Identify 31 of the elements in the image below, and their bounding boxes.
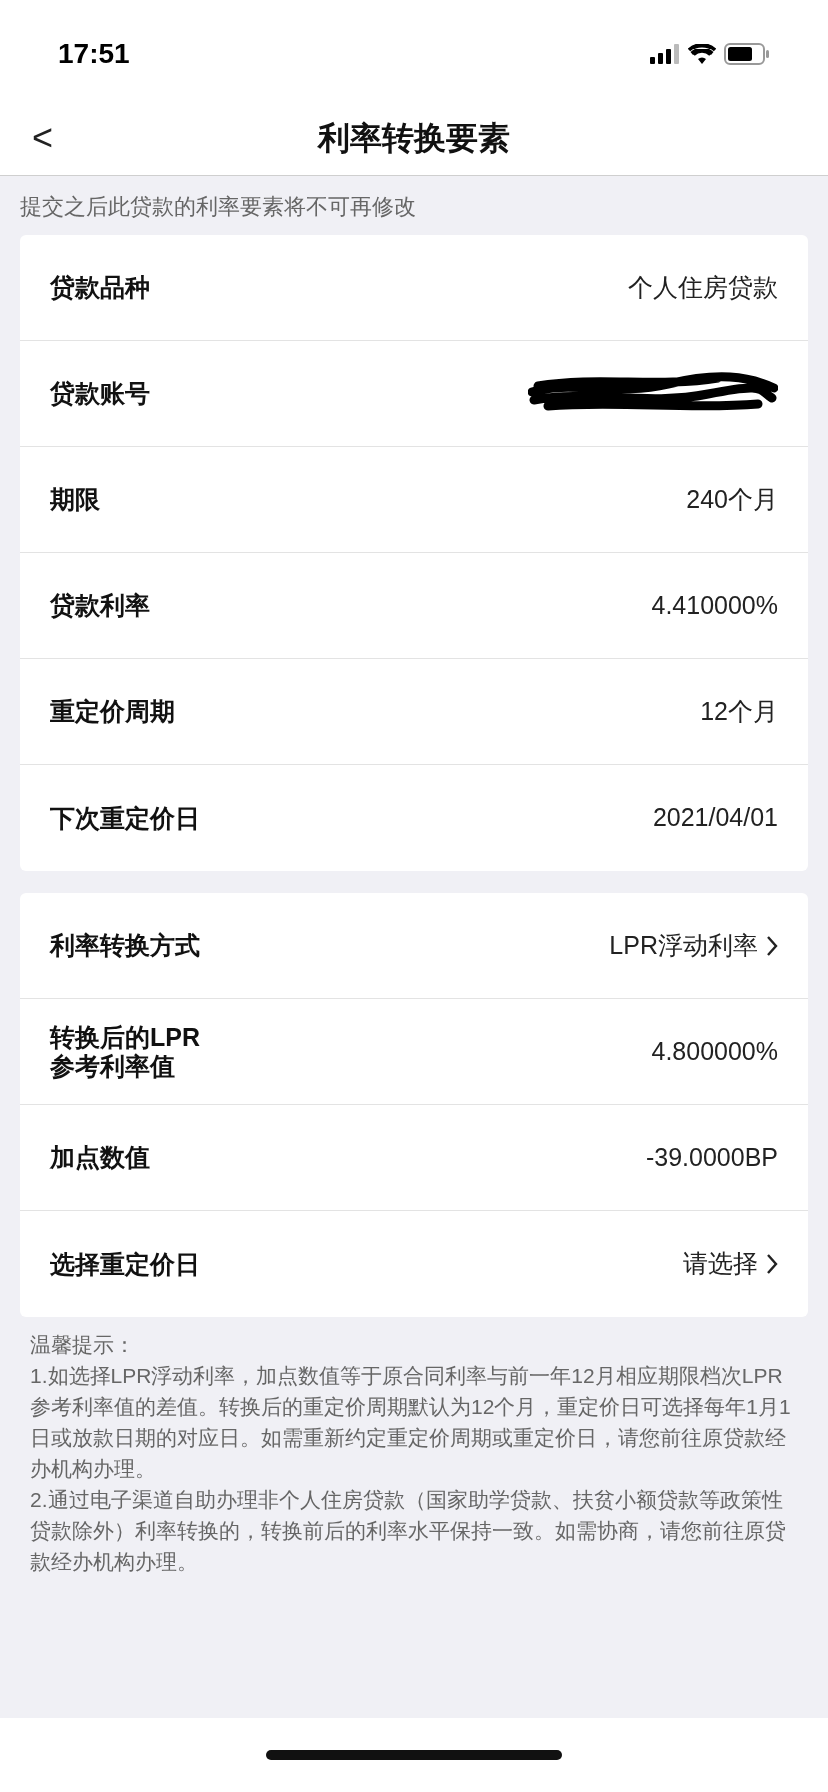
select-control[interactable]: 请选择 (683, 1245, 778, 1283)
wifi-icon (688, 44, 716, 64)
row-label: 转换后的LPR 参考利率值 (50, 1022, 200, 1081)
back-button[interactable]: < (24, 110, 62, 165)
battery-icon (724, 43, 770, 65)
row-label: 贷款账号 (50, 379, 150, 408)
row-label: 利率转换方式 (50, 931, 200, 960)
row-value: 4.800000% (651, 1035, 778, 1067)
row-value: 240个月 (686, 483, 778, 515)
row-value: 2021/04/01 (652, 802, 778, 834)
row-value: 12个月 (700, 695, 778, 727)
chevron-right-icon (766, 1253, 778, 1275)
row-value: 个人住房贷款 (628, 271, 778, 303)
row-value: -39.0000BP (645, 1141, 778, 1173)
page-title: 利率转换要素 (318, 118, 510, 158)
chevron-right-icon (766, 934, 778, 957)
row-label: 下次重定价日 (50, 803, 200, 833)
row-label: 重定价周期 (50, 697, 175, 726)
tips-title: 温馨提示： (30, 1332, 136, 1358)
signal-icon (650, 44, 680, 64)
tip-paragraph: 1.如选择LPR浮动利率，加点数值等于原合同利率与前一年12月相应期限档次LPR参考利率值的差值。转换后的重定价周期默认为12个月，重定价日可选择每年1月1日或放款日期的对应日。如需重新约定重定价周期或重定价日，请您前往原贷款经办机构办理。 (30, 1363, 792, 1482)
status-time: 17:51 (58, 37, 130, 71)
row-label: 贷款品种 (50, 273, 150, 302)
row-label: 加点数值 (50, 1143, 150, 1172)
tip-paragraph: 2.通过电子渠道自助办理非个人住房贷款（国家助学贷款、扶贫小额贷款等政策性贷款除外）利率转换的，转换前后的利率水平保持一致。如需协商，请您前往原贷款经办机构办理。 (30, 1487, 787, 1575)
notice-text: 提交之后此贷款的利率要素将不可再修改 (20, 194, 416, 219)
row-label: 贷款利率 (50, 591, 150, 620)
select-control[interactable]: LPR浮动利率 (609, 926, 778, 965)
row-value: 4.410000% (651, 589, 778, 621)
row-label: 选择重定价日 (50, 1249, 200, 1279)
row-label: 期限 (50, 485, 100, 514)
